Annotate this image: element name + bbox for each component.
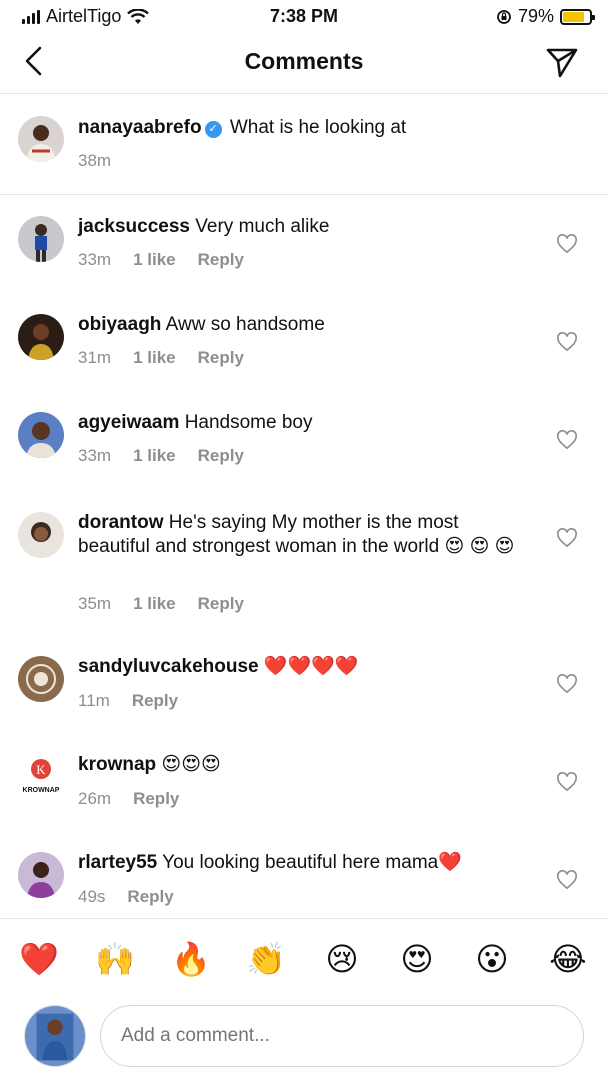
comment-time: 31m [78,348,112,367]
emoji-clap-button[interactable]: 👏 [246,935,286,983]
avatar[interactable] [18,852,64,898]
avatar-logo-text: KROWNAP [23,787,60,794]
comment-time: 33m [78,446,112,465]
username[interactable]: krownap [78,754,156,775]
reply-button[interactable]: Reply [198,446,244,466]
comment-item: jacksuccess Very much alike 33m 1 like R… [0,212,608,282]
comment-text: What is he looking at [229,117,407,138]
reply-button[interactable]: Reply [133,789,179,809]
comment-item: rlartey55 You looking beautiful here mam… [0,848,608,918]
likes-count[interactable]: 1 like [133,446,176,466]
comment-text: Very much alike [195,216,330,237]
heart-icon[interactable] [556,528,578,548]
send-icon[interactable] [544,44,580,80]
comment-time: 26m [78,789,112,808]
comments-header: Comments [0,34,608,94]
divider [0,194,608,195]
comment-time: 11m [78,691,110,710]
comment-time: 49s [78,887,106,906]
emoji-heart-button[interactable]: ❤️ [19,935,59,983]
comment-time: 35m [78,594,112,613]
svg-text:K: K [36,762,46,777]
username[interactable]: obiyaagh [78,314,161,335]
heart-icon[interactable] [556,430,578,450]
avatar[interactable] [18,314,64,360]
comment-time: 38m [78,151,112,170]
likes-count[interactable]: 1 like [133,348,176,368]
comment-item: K KROWNAP krownap 😍😍😍 26m Reply [0,750,608,820]
username[interactable]: rlartey55 [78,852,157,873]
username[interactable]: jacksuccess [78,216,190,237]
comment-item: sandyluvcakehouse ❤️❤️❤️❤️ 11m Reply [0,652,608,722]
status-right: 79% [496,6,595,27]
comment-item: dorantow He's saying My mother is the mo… [0,508,608,628]
reply-button[interactable]: Reply [198,348,244,368]
emoji-crying-button[interactable]: 😢 [322,935,362,983]
avatar[interactable] [18,512,64,558]
avatar[interactable] [18,412,64,458]
avatar[interactable] [18,116,64,162]
avatar[interactable] [18,656,64,702]
verified-badge-icon: ✓ [204,121,222,138]
caption: nanayaabrefo ✓ What is he looking at 38m [0,112,608,192]
likes-count[interactable]: 1 like [133,250,176,270]
divider [0,918,608,919]
orientation-lock-icon [497,9,511,24]
username[interactable]: dorantow [78,512,164,533]
comment-composer [0,1003,608,1069]
reply-button[interactable]: Reply [132,691,178,711]
username[interactable]: nanayaabrefo [78,117,202,138]
battery-percent: 79% [517,6,554,26]
likes-count[interactable]: 1 like [133,594,176,614]
current-user-avatar [24,1005,86,1067]
heart-icon[interactable] [556,870,578,890]
reply-button[interactable]: Reply [198,250,244,270]
reply-button[interactable]: Reply [127,887,173,907]
username[interactable]: sandyluvcakehouse [78,656,259,677]
emoji-laughing-button[interactable]: 😂 [548,935,588,983]
emoji-quick-bar: ❤️ 🙌 🔥 👏 😢 😍 😮 😂 [0,935,608,985]
comment-text: Handsome boy [184,412,313,433]
emoji-fire-button[interactable]: 🔥 [171,935,211,983]
emoji-heart-eyes-button[interactable]: 😍 [397,935,437,983]
username[interactable]: agyeiwaam [78,412,179,433]
heart-icon[interactable] [556,772,578,792]
emoji-surprised-button[interactable]: 😮 [472,935,512,983]
avatar[interactable] [18,216,64,262]
add-comment-input[interactable] [100,1005,584,1067]
battery-icon [560,8,595,25]
status-bar: AirtelTigo 7:38 PM 79% [0,0,608,34]
heart-icon[interactable] [556,234,578,254]
comment-text: Aww so handsome [165,314,325,335]
page-title: Comments [244,48,364,74]
comment-text: ❤️❤️❤️❤️ [263,656,359,677]
comment-text: You looking beautiful here mama❤️ [162,852,462,873]
emoji-raised-hands-button[interactable]: 🙌 [95,935,135,983]
reply-button[interactable]: Reply [198,594,244,614]
comment-text: 😍😍😍 [161,754,221,775]
comment-item: obiyaagh Aww so handsome 31m 1 like Repl… [0,310,608,380]
heart-icon[interactable] [556,674,578,694]
comment-item: agyeiwaam Handsome boy 33m 1 like Reply [0,408,608,478]
comment-time: 33m [78,250,112,269]
avatar[interactable]: K KROWNAP [18,754,64,800]
heart-icon[interactable] [556,332,578,352]
